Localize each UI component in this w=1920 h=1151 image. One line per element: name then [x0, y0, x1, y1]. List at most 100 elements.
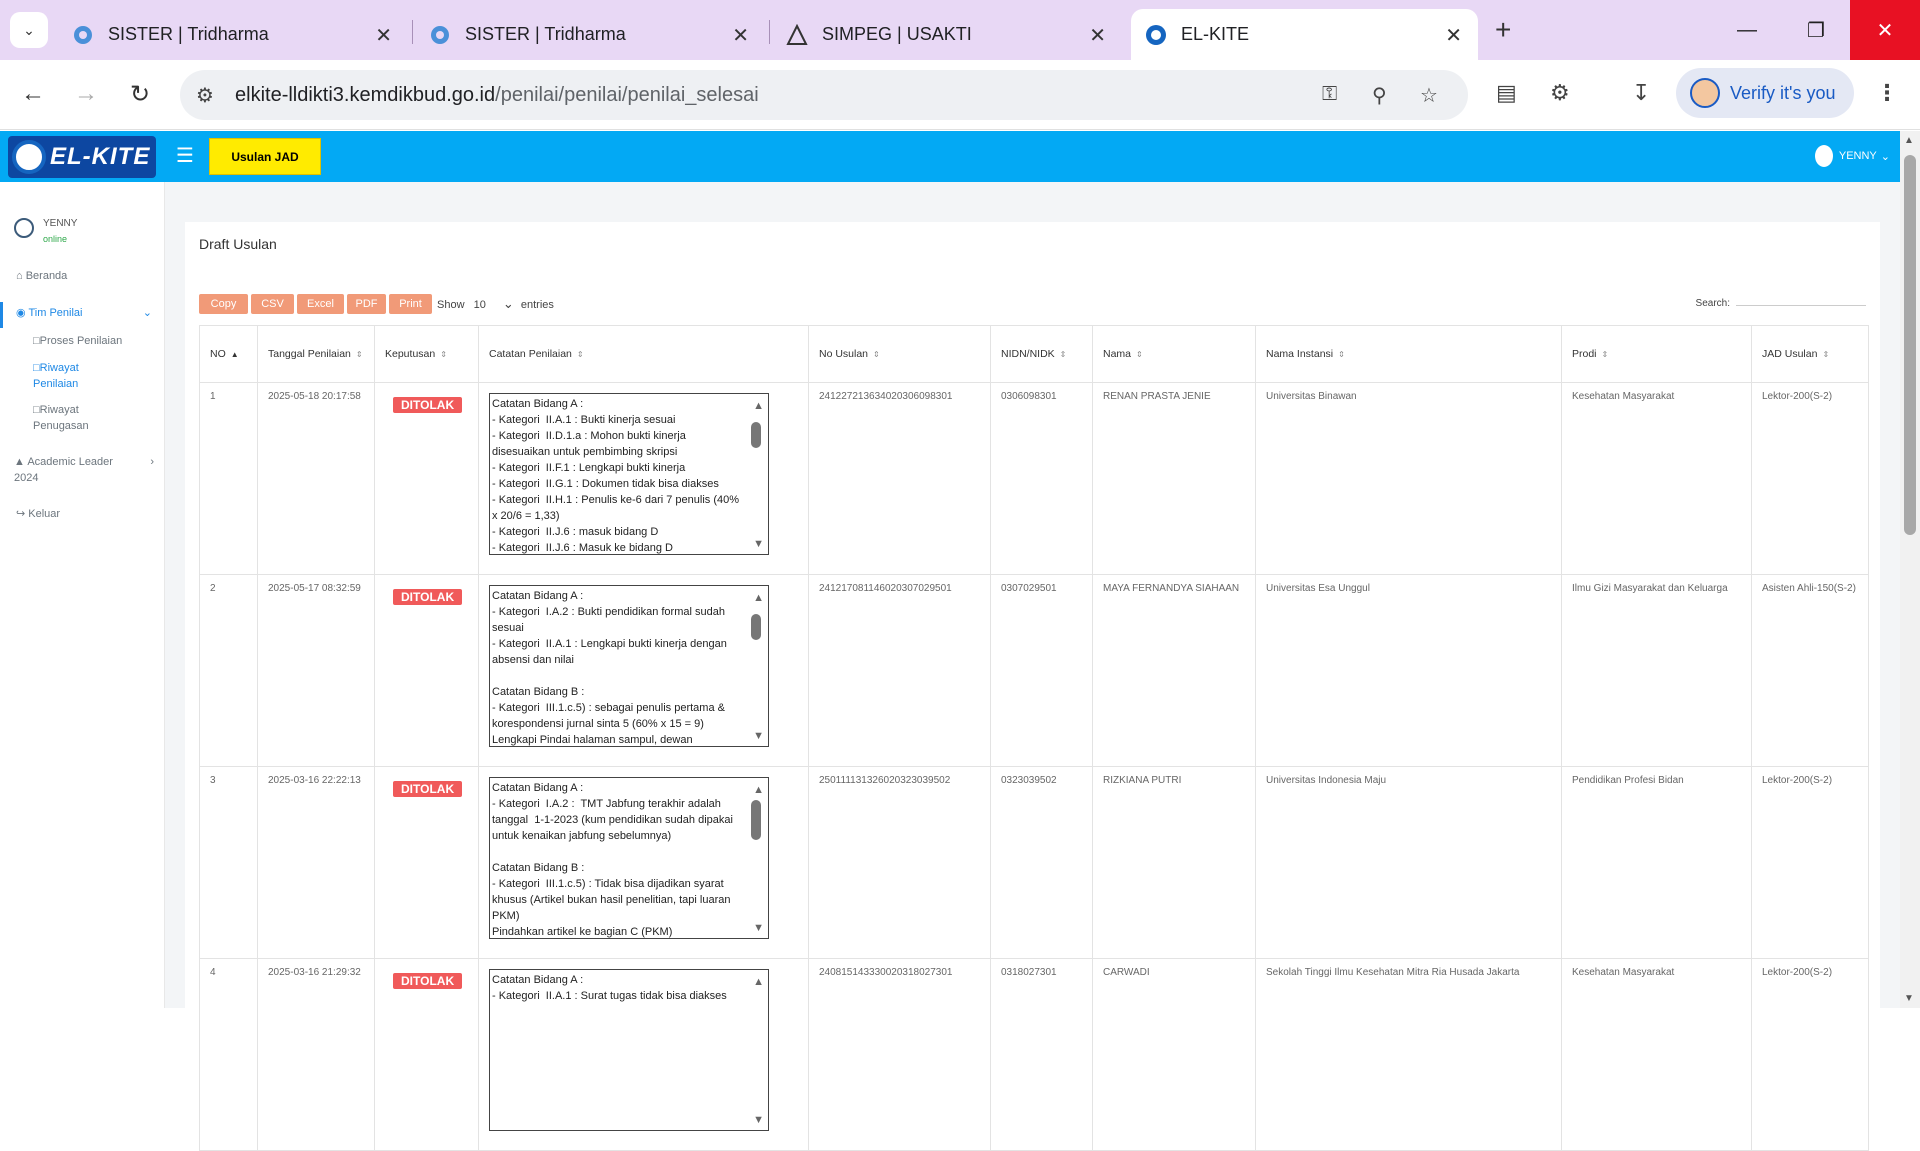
- window-close-icon[interactable]: ✕: [1850, 0, 1920, 60]
- show-entries: Show 10 ⌄ entries: [437, 296, 554, 311]
- zoom-icon[interactable]: ⚲: [1372, 83, 1387, 108]
- sidebar-item-riwayat-penugasan[interactable]: □Riwayat Penugasan: [33, 402, 89, 434]
- verify-label: Verify it's you: [1730, 82, 1836, 103]
- sidebar-item-tim-penilai[interactable]: ◉ Tim Penilai ⌄: [16, 306, 152, 319]
- close-tab-icon[interactable]: ✕: [1089, 23, 1106, 48]
- sister-icon: [74, 25, 92, 44]
- scroll-up-icon[interactable]: ▲: [753, 782, 764, 798]
- extensions-icon[interactable]: ⚙: [1550, 80, 1570, 106]
- sidebar: YENNY online ⌂ Beranda ◉ Tim Penilai ⌄ □P…: [0, 182, 165, 1008]
- draft-usulan-card: Draft Usulan Copy CSV Excel PDF Print Sh…: [185, 222, 1880, 1151]
- graduation-cap-icon: ▲: [14, 456, 28, 468]
- close-tab-icon[interactable]: ✕: [1445, 23, 1462, 48]
- status-badge: DITOLAK: [393, 973, 463, 989]
- main-content: Draft Usulan Copy CSV Excel PDF Print Sh…: [165, 182, 1900, 1151]
- sidebar-item-riwayat-penilaian[interactable]: □Riwayat Penilaian: [33, 360, 79, 392]
- scroll-down-icon[interactable]: ▼: [753, 728, 764, 744]
- tab-search-button[interactable]: ⌄: [10, 12, 48, 48]
- browser-tab-4[interactable]: EL-KITE ✕: [1131, 9, 1478, 60]
- sidebar-item-keluar[interactable]: ↪ Keluar: [16, 507, 60, 520]
- excel-button[interactable]: Excel: [297, 294, 344, 314]
- back-icon[interactable]: ←: [15, 76, 51, 112]
- new-tab-icon[interactable]: +: [1495, 14, 1511, 46]
- column-header-catatan[interactable]: Catatan Penilaian ⇕: [478, 325, 809, 383]
- catatan-textarea[interactable]: Catatan Bidang A : - Kategori II.A.1 : S…: [489, 969, 769, 1131]
- download-icon[interactable]: ↧: [1632, 80, 1650, 106]
- chevron-down-icon: ⌄: [23, 21, 35, 38]
- column-header-nama[interactable]: Nama ⇕: [1092, 325, 1256, 383]
- usulan-table: NO ▲ Tanggal Penilaian ⇕ Keputusan ⇕ Catata…: [199, 325, 1869, 1151]
- page-title: Draft Usulan: [199, 236, 277, 252]
- column-header-no[interactable]: NO ▲: [199, 325, 258, 383]
- browser-tab-3[interactable]: SIMPEG | USAKTI ✕: [772, 9, 1122, 60]
- copy-button[interactable]: Copy: [199, 294, 248, 314]
- column-header-nidn[interactable]: NIDN/NIDK ⇕: [990, 325, 1093, 383]
- close-tab-icon[interactable]: ✕: [732, 23, 749, 48]
- reading-mode-icon[interactable]: ▤: [1496, 80, 1517, 106]
- catatan-textarea[interactable]: Catatan Bidang A : - Kategori I.A.2 : TM…: [489, 777, 769, 939]
- usulan-jad-button[interactable]: Usulan JAD: [209, 138, 321, 175]
- page-scrollbar[interactable]: ▲ ▼: [1900, 131, 1920, 1008]
- chevron-down-icon: ⌄: [1880, 150, 1890, 163]
- column-header-tanggal[interactable]: Tanggal Penilaian ⇕: [257, 325, 375, 383]
- search-field[interactable]: Search:: [1696, 298, 1866, 309]
- bookmark-star-icon[interactable]: ☆: [1420, 83, 1438, 108]
- active-indicator: [0, 302, 3, 328]
- column-header-instansi[interactable]: Nama Instansi ⇕: [1255, 325, 1562, 383]
- home-icon: ⌂: [16, 270, 26, 282]
- scrollbar-thumb[interactable]: [1904, 155, 1916, 535]
- header-user-menu[interactable]: YENNY ⌄: [1814, 145, 1890, 167]
- pdf-button[interactable]: PDF: [347, 294, 386, 314]
- sister-icon: [431, 25, 449, 44]
- hamburger-menu-icon[interactable]: ☰: [176, 143, 194, 168]
- close-tab-icon[interactable]: ✕: [375, 23, 392, 48]
- column-header-keputusan[interactable]: Keputusan ⇕: [374, 325, 479, 383]
- browser-tab-2[interactable]: SISTER | Tridharma ✕: [415, 9, 765, 60]
- scroll-up-icon[interactable]: ▲: [1904, 135, 1914, 146]
- status-badge: online: [43, 234, 68, 244]
- scroll-up-icon[interactable]: ▲: [753, 974, 764, 990]
- site-settings-icon[interactable]: ⚙: [196, 83, 214, 108]
- app-header: EL-KITE ☰ Usulan JAD YENNY ⌄: [0, 131, 1900, 182]
- forward-icon[interactable]: →: [68, 76, 104, 112]
- kebab-menu-icon[interactable]: ⋮: [1876, 80, 1898, 106]
- column-header-jad[interactable]: JAD Usulan ⇕: [1751, 325, 1869, 383]
- entries-select[interactable]: 10 ⌄: [474, 296, 514, 311]
- sidebar-item-academic-leader[interactable]: ▲ Academic Leader › 2024: [14, 454, 154, 486]
- logo-text: EL-KITE: [50, 143, 151, 170]
- scroll-down-icon[interactable]: ▼: [753, 536, 764, 552]
- browser-toolbar: ← → ↻ ⚙ elkite-lldikti3.kemdikbud.go.id/…: [0, 60, 1920, 130]
- verify-profile-button[interactable]: Verify it's you: [1676, 68, 1854, 118]
- catatan-textarea[interactable]: Catatan Bidang A : - Kategori I.A.2 : Bu…: [489, 585, 769, 747]
- scroll-down-icon[interactable]: ▼: [1904, 993, 1914, 1004]
- scroll-up-icon[interactable]: ▲: [753, 590, 764, 606]
- csv-button[interactable]: CSV: [251, 294, 294, 314]
- table-row: 4 2025-03-16 21:29:32 DITOLAK Catatan Bi…: [199, 958, 1869, 1151]
- sidebar-item-beranda[interactable]: ⌂ Beranda: [16, 270, 67, 282]
- tab-title: SIMPEG | USAKTI: [822, 24, 972, 44]
- scroll-up-icon[interactable]: ▲: [753, 398, 764, 414]
- reload-icon[interactable]: ↻: [122, 76, 158, 112]
- browser-tab-1[interactable]: SISTER | Tridharma ✕: [58, 9, 408, 60]
- restore-icon[interactable]: ❐: [1781, 0, 1851, 60]
- scroll-down-icon[interactable]: ▼: [753, 920, 764, 936]
- sidebar-user-name: YENNY: [43, 218, 78, 229]
- minimize-icon[interactable]: —: [1712, 0, 1782, 60]
- tab-title: SISTER | Tridharma: [108, 24, 269, 44]
- catatan-textarea[interactable]: Catatan Bidang A : - Kategori II.A.1 : B…: [489, 393, 769, 555]
- url-text: elkite-lldikti3.kemdikbud.go.id/penilai/…: [235, 83, 759, 106]
- scroll-down-icon[interactable]: ▼: [753, 1112, 764, 1128]
- address-bar[interactable]: ⚙ elkite-lldikti3.kemdikbud.go.id/penila…: [180, 70, 1468, 120]
- password-key-icon[interactable]: ⚿: [1322, 83, 1337, 106]
- search-input[interactable]: [1736, 305, 1866, 306]
- logout-icon: ↪: [16, 508, 29, 520]
- column-header-prodi[interactable]: Prodi ⇕: [1561, 325, 1752, 383]
- app-logo[interactable]: EL-KITE: [8, 136, 156, 178]
- print-button[interactable]: Print: [389, 294, 432, 314]
- user-avatar-icon: [14, 218, 34, 238]
- column-header-no-usulan[interactable]: No Usulan ⇕: [808, 325, 991, 383]
- table-header-row: NO ▲ Tanggal Penilaian ⇕ Keputusan ⇕ Catata…: [199, 325, 1869, 383]
- sidebar-item-proses-penilaian[interactable]: □Proses Penilaian: [33, 335, 122, 347]
- chevron-down-icon: ⌄: [142, 307, 152, 319]
- file-icon: □: [33, 404, 40, 416]
